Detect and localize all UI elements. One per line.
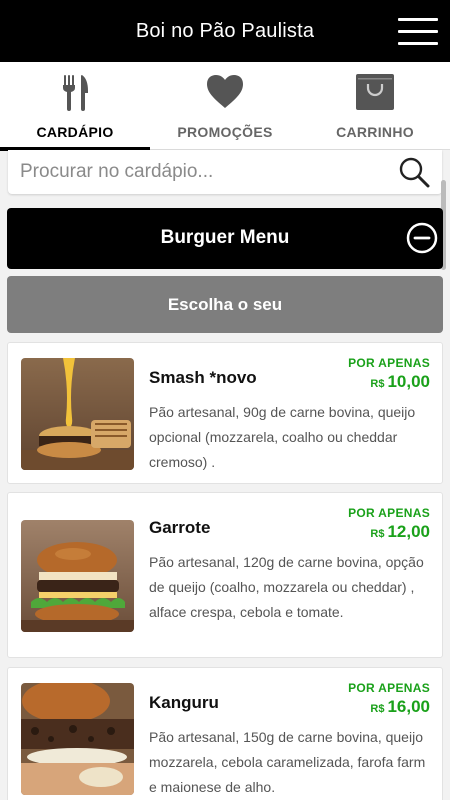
tab-label: CARDÁPIO <box>36 124 114 140</box>
product-description: Pão artesanal, 150g de carne bovina, que… <box>149 729 426 795</box>
subcategory-header[interactable]: Escolha o seu <box>7 276 443 333</box>
product-price: R$ 10,00 <box>348 372 430 392</box>
shopping-bag-icon <box>356 74 394 110</box>
search-icon[interactable] <box>398 156 430 188</box>
price-value: 16,00 <box>387 697 430 716</box>
collapse-minus-icon[interactable] <box>406 222 438 254</box>
tab-label: PROMOÇÕES <box>177 124 273 140</box>
price-value: 10,00 <box>387 372 430 391</box>
product-card[interactable]: Smash *novo POR APENAS R$ 10,00 Pão artes… <box>7 342 443 484</box>
subcategory-title: Escolha o seu <box>167 295 283 314</box>
product-card[interactable]: Kanguru POR APENAS R$ 16,00 Pão artesanal… <box>7 667 443 800</box>
product-image <box>21 683 134 795</box>
price-block: POR APENAS R$ 12,00 <box>348 506 430 542</box>
app-title: Boi no Pão Paulista <box>135 20 315 42</box>
price-value: 12,00 <box>387 522 430 541</box>
app-header: Boi no Pão Paulista <box>0 0 450 62</box>
product-name: Kanguru <box>149 693 219 712</box>
currency-symbol: R$ <box>370 378 385 390</box>
price-tag-label: POR APENAS <box>348 356 430 370</box>
price-block: POR APENAS R$ 16,00 <box>348 681 430 717</box>
tab-promocoes[interactable]: PROMOÇÕES <box>150 62 300 150</box>
category-title: Burguer Menu <box>160 227 290 248</box>
product-name: Smash *novo <box>149 368 257 387</box>
currency-symbol: R$ <box>370 528 385 540</box>
product-card[interactable]: Garrote POR APENAS R$ 12,00 Pão artesanal… <box>7 492 443 658</box>
product-description: Pão artesanal, 120g de carne bovina, opç… <box>149 554 424 620</box>
price-tag-label: POR APENAS <box>348 681 430 695</box>
tab-bar: CARDÁPIO PROMOÇÕES CARRINHO <box>0 62 450 151</box>
tab-cardapio[interactable]: CARDÁPIO <box>0 62 150 151</box>
currency-symbol: R$ <box>370 703 385 715</box>
product-name: Garrote <box>149 518 211 537</box>
product-description: Pão artesanal, 90g de carne bovina, quei… <box>149 404 416 470</box>
price-tag-label: POR APENAS <box>348 506 430 520</box>
tab-label: CARRINHO <box>336 124 414 140</box>
tab-carrinho[interactable]: CARRINHO <box>300 62 450 150</box>
price-block: POR APENAS R$ 10,00 <box>348 356 430 392</box>
category-header[interactable]: Burguer Menu <box>7 208 443 269</box>
search-bar <box>8 150 442 194</box>
heart-icon <box>207 75 243 108</box>
fork-knife-icon <box>63 75 88 111</box>
product-price: R$ 16,00 <box>348 697 430 717</box>
hamburger-menu-icon[interactable] <box>398 17 438 47</box>
product-image <box>21 520 134 632</box>
product-image <box>21 358 134 470</box>
search-input[interactable] <box>8 150 388 194</box>
product-price: R$ 12,00 <box>348 522 430 542</box>
